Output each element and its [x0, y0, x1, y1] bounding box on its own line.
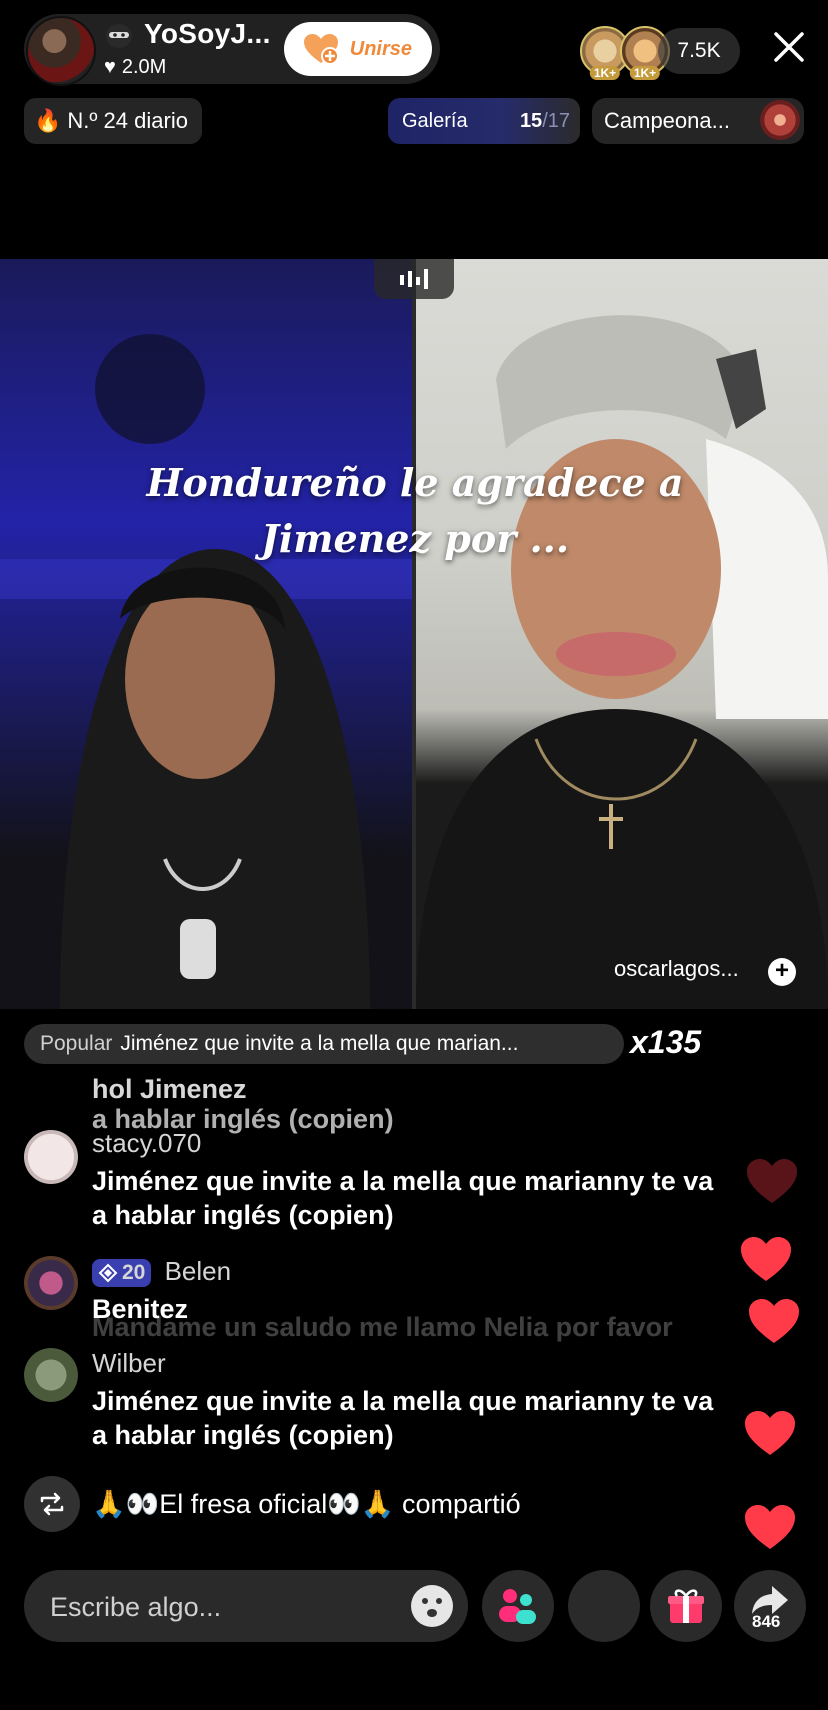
video-overlay-title: Hondureño le agradece a Jimenez por ... — [120, 455, 710, 567]
host-likes-count: 2.0M — [121, 56, 167, 78]
share-event-row: 🙏👀El fresa oficial👀🙏 compartió — [24, 1476, 724, 1532]
comment-avatar[interactable] — [24, 1348, 78, 1402]
gallery-pill[interactable]: Galería 15/17 — [388, 98, 580, 144]
fading-comment-text: Mandame un saludo me llamo Nelia por fav… — [92, 1312, 673, 1342]
host-avatar[interactable] — [26, 16, 96, 86]
gallery-label: Galería — [402, 109, 468, 132]
host-name[interactable]: YoSoyJ... — [144, 18, 271, 50]
level-badge: 20 — [92, 1259, 152, 1288]
overlay-title-line-1: Hondureño le agradece a — [146, 460, 684, 505]
comment-username[interactable]: Wilber — [92, 1348, 166, 1379]
comment-text-line-1: Jiménez que invite a la mella que marian… — [92, 1166, 714, 1196]
comment-username: Belen — [164, 1256, 232, 1286]
audio-bars-icon — [400, 269, 428, 289]
join-heart-icon — [304, 34, 339, 65]
ninja-icon — [106, 24, 132, 48]
emoji-icon[interactable] — [410, 1584, 454, 1628]
gallery-count: 15/17 — [519, 109, 570, 132]
comment-avatar[interactable] — [24, 1130, 78, 1184]
repost-button[interactable] — [24, 1476, 80, 1532]
viewer-badge: 1K+ — [589, 66, 621, 80]
floating-heart-icon — [745, 1505, 795, 1549]
close-icon[interactable] — [772, 30, 806, 64]
fire-icon: 🔥 — [34, 108, 62, 133]
empty-action-button[interactable] — [568, 1570, 640, 1642]
daily-rank-label: N.º 24 diario — [67, 108, 188, 133]
gift-icon — [668, 1589, 704, 1623]
host-video-panel[interactable] — [0, 259, 412, 1009]
fading-comment-user: hol Jimenez — [92, 1074, 247, 1104]
floating-heart-icon — [741, 1237, 791, 1281]
comment-avatar[interactable] — [24, 1256, 78, 1310]
level-number: 20 — [122, 1261, 146, 1285]
gift-button[interactable] — [650, 1570, 722, 1642]
viewer-count[interactable]: 7.5K — [658, 28, 740, 74]
guest-video-panel[interactable] — [416, 259, 828, 1009]
championship-badge-icon — [760, 100, 800, 140]
host-likes: ♥ 2.0M — [104, 56, 166, 79]
championship-label: Campeona... — [604, 108, 730, 133]
comment-username[interactable]: stacy.070 — [92, 1128, 201, 1159]
guest-username[interactable]: oscarlagos... — [614, 956, 739, 982]
comment-input[interactable] — [48, 1570, 412, 1644]
comment-input-container[interactable] — [24, 1570, 468, 1644]
floating-heart-icon — [747, 1159, 797, 1203]
overlay-title-line-2: Jimenez por ... — [260, 516, 570, 561]
comment-text: Jiménez que invite a la mella que marian… — [92, 1164, 713, 1232]
viewer-badge: 1K+ — [629, 66, 661, 80]
popular-multiplier: x135 — [630, 1024, 702, 1060]
collab-users-icon — [499, 1589, 536, 1624]
follow-guest-button[interactable]: + — [768, 958, 796, 986]
floating-heart-icon — [749, 1299, 799, 1343]
diamond-icon — [98, 1263, 118, 1283]
heart-icon: ♥ — [104, 56, 116, 78]
audio-indicator[interactable] — [374, 259, 454, 299]
popular-comment-text: Jiménez que invite a la mella que marian… — [120, 1032, 519, 1055]
comment-text: Jiménez que invite a la mella que marian… — [92, 1384, 713, 1452]
comment-text-line-2: a hablar inglés (copien) — [92, 1420, 394, 1450]
popular-comment-pill[interactable]: Popular Jiménez que invite a la mella qu… — [24, 1024, 624, 1064]
comment-username-row[interactable]: 20 Belen — [92, 1256, 232, 1288]
share-count: 846 — [752, 1612, 781, 1631]
daily-rank-pill[interactable]: 🔥 N.º 24 diario — [24, 98, 202, 144]
guest-video-illustration — [416, 315, 828, 1009]
floating-heart-icon — [745, 1411, 795, 1455]
comment-text-line-2: a hablar inglés (copien) — [92, 1200, 394, 1230]
host-video-illustration — [0, 334, 412, 1009]
comment-text-line-1: Jiménez que invite a la mella que marian… — [92, 1386, 714, 1416]
collab-button[interactable] — [482, 1570, 554, 1642]
share-event-text: 🙏👀El fresa oficial👀🙏 compartió — [92, 1489, 521, 1519]
popular-label: Popular — [40, 1032, 113, 1055]
repost-icon — [40, 1492, 64, 1516]
